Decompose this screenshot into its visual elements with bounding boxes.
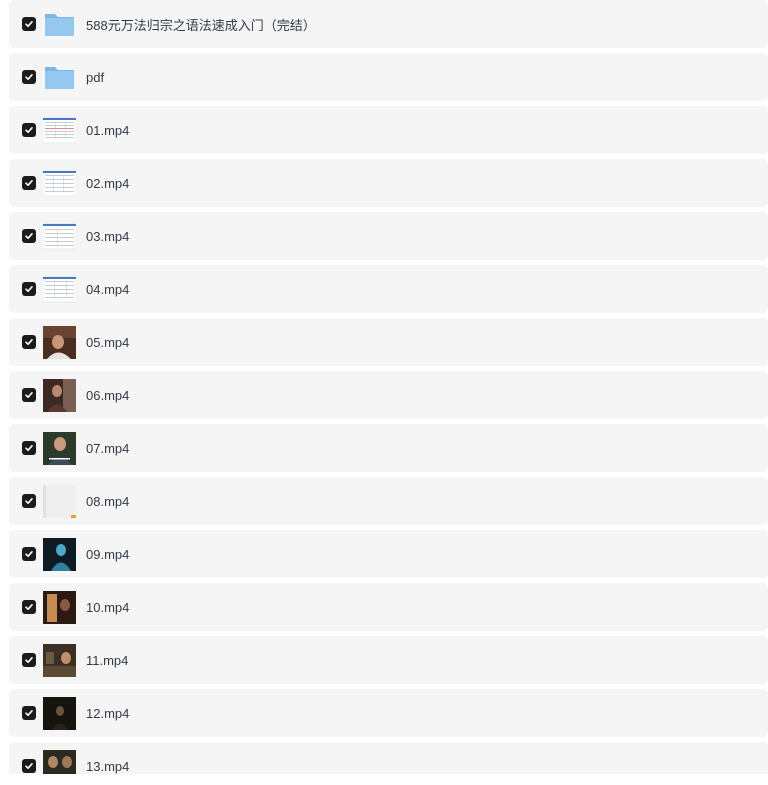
item-name: 04.mp4 [86,281,130,297]
folder-icon [43,8,76,41]
item-name: 11.mp4 [86,652,129,668]
check-icon [25,604,33,610]
item-name: 05.mp4 [86,334,130,350]
list-item[interactable]: 12.mp4 [9,689,768,737]
footer-area [0,774,768,785]
checkbox[interactable] [22,17,36,31]
checkbox[interactable] [22,123,36,137]
list-item[interactable]: 588元万法归宗之语法速成入门（完结） [9,0,768,48]
checkbox[interactable] [22,176,36,190]
checkbox[interactable] [22,653,36,667]
checkbox[interactable] [22,547,36,561]
video-thumbnail [43,220,76,253]
item-name: 02.mp4 [86,175,130,191]
checkbox[interactable] [22,706,36,720]
checkbox[interactable] [22,70,36,84]
item-name: 06.mp4 [86,387,130,403]
item-name: 07.mp4 [86,440,130,456]
list-item[interactable]: 04.mp4 [9,265,768,313]
check-icon [25,339,33,345]
checkbox[interactable] [22,388,36,402]
check-icon [25,498,33,504]
check-icon [25,710,33,716]
checkbox[interactable] [22,335,36,349]
list-item[interactable]: 05.mp4 [9,318,768,366]
list-item[interactable]: 07.mp4 [9,424,768,472]
checkbox[interactable] [22,229,36,243]
item-name: 12.mp4 [86,705,130,721]
list-item[interactable]: 08.mp4 [9,477,768,525]
item-name: 588元万法归宗之语法速成入门（完结） [86,17,316,33]
video-thumbnail [43,114,76,147]
check-icon [25,286,33,292]
list-item[interactable]: 11.mp4 [9,636,768,684]
check-icon [25,657,33,663]
checkbox[interactable] [22,600,36,614]
list-item[interactable]: 13.mp4 [9,742,768,774]
video-thumbnail [43,696,76,730]
item-name: 10.mp4 [86,599,130,615]
check-icon [25,180,33,186]
list-item[interactable]: 09.mp4 [9,530,768,578]
list-item[interactable]: 02.mp4 [9,159,768,207]
video-thumbnail [43,643,76,677]
check-icon [25,763,33,769]
item-name: 13.mp4 [86,758,130,774]
checkbox[interactable] [22,282,36,296]
item-name: 08.mp4 [86,493,130,509]
list-item[interactable]: 03.mp4 [9,212,768,260]
video-thumbnail [43,378,76,412]
video-thumbnail [43,431,76,465]
item-name: 01.mp4 [86,122,130,138]
video-thumbnail [43,325,76,359]
file-list: 588元万法归宗之语法速成入门（完结） pdf 01.mp4 02.mp4 03… [9,0,768,774]
check-icon [25,74,33,80]
video-thumbnail [43,273,76,306]
item-name: 09.mp4 [86,546,130,562]
check-icon [25,392,33,398]
video-thumbnail [43,749,76,774]
list-item[interactable]: 10.mp4 [9,583,768,631]
list-item[interactable]: 06.mp4 [9,371,768,419]
video-thumbnail [43,537,76,571]
list-item[interactable]: pdf [9,53,768,101]
video-thumbnail [43,590,76,624]
check-icon [25,21,33,27]
check-icon [25,551,33,557]
item-name: pdf [86,69,105,85]
check-icon [25,127,33,133]
item-name: 03.mp4 [86,228,130,244]
check-icon [25,233,33,239]
checkbox[interactable] [22,441,36,455]
video-thumbnail [43,484,76,518]
list-item[interactable]: 01.mp4 [9,106,768,154]
video-thumbnail [43,167,76,200]
checkbox[interactable] [22,494,36,508]
folder-icon [43,61,76,94]
check-icon [25,445,33,451]
checkbox[interactable] [22,759,36,773]
